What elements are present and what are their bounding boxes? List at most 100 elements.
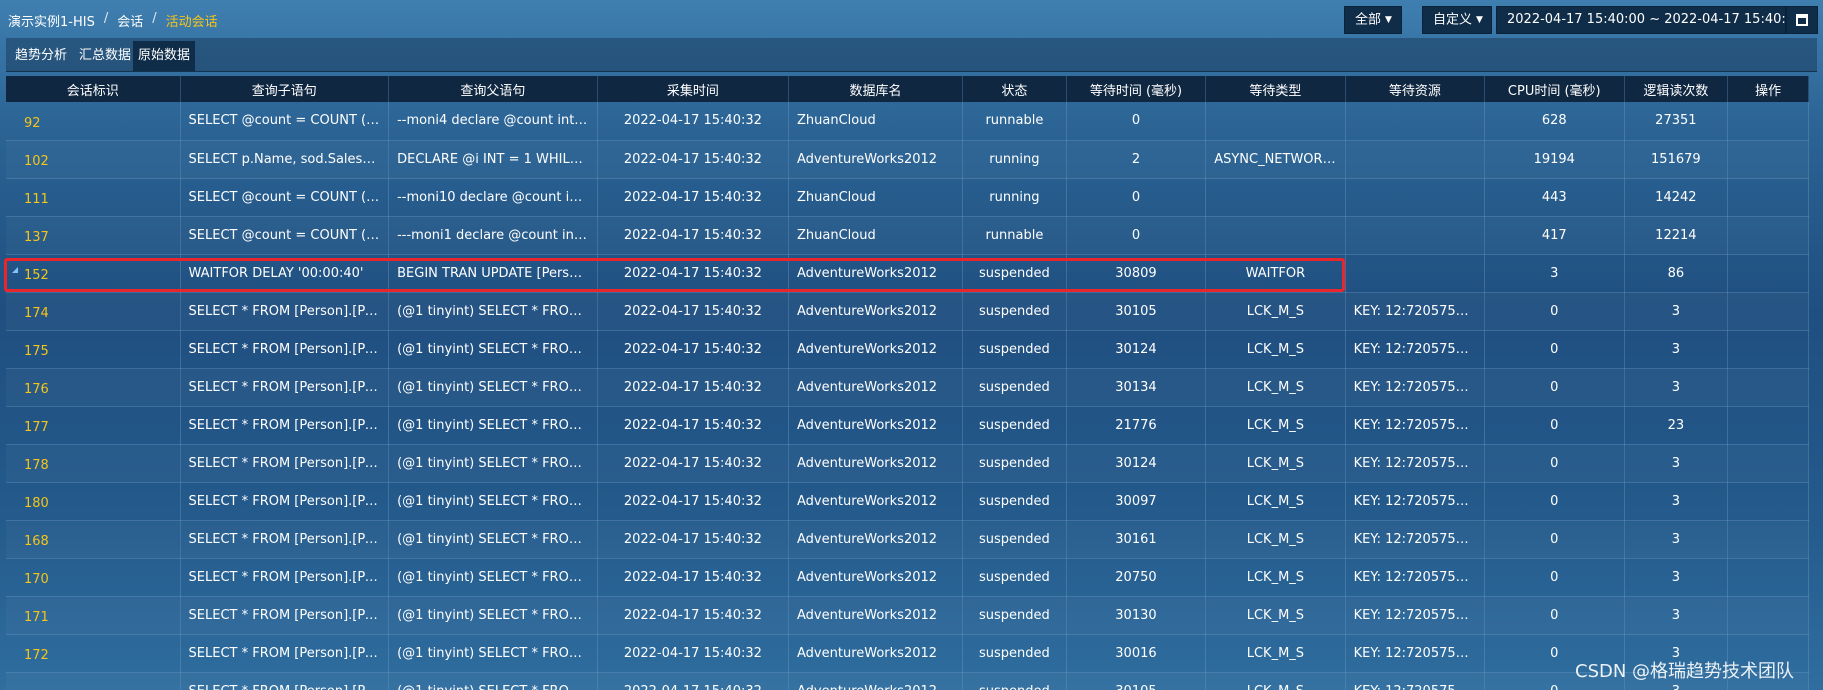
wait-resource-cell: KEY: 12:72057594... <box>1345 634 1486 673</box>
database-cell: ZhuanCloud <box>788 102 964 141</box>
collect-time-cell: 2022-04-17 15:40:32 <box>597 406 790 445</box>
time-range-input[interactable]: 2022-04-17 15:40:00 ~ 2022-04-17 15:40:5… <box>1496 6 1802 34</box>
cpu-time-cell: 0 <box>1484 330 1625 369</box>
tab-summary-data[interactable]: 汇总数据 <box>74 41 136 71</box>
column-header-session-id[interactable]: 会话标识 <box>6 76 181 102</box>
wait-time-cell: 30097 <box>1066 482 1207 521</box>
wait-type-cell: LCK_M_S <box>1205 482 1346 521</box>
session-id-cell: 137 <box>6 216 181 255</box>
session-id-cell: 111 <box>6 178 181 217</box>
mode-dropdown-label: 自定义 <box>1433 12 1473 28</box>
column-header-wait-time[interactable]: 等待时间 (毫秒) <box>1066 76 1207 102</box>
status-cell: suspended <box>962 482 1067 521</box>
tab-bar: 趋势分析 汇总数据 原始数据 <box>6 38 1817 72</box>
logical-reads-cell: 12214 <box>1624 216 1729 255</box>
selected-row-marker-icon <box>12 266 18 273</box>
logical-reads-cell: 27351 <box>1624 102 1729 141</box>
table-row[interactable]: 177 SELECT * FROM [Person].[Pers... (@1 ti… <box>6 406 1809 445</box>
logical-reads-cell: 3 <box>1624 482 1729 521</box>
parent-statement-cell: --moni4 declare @count int d... <box>388 102 598 141</box>
table-row[interactable]: 102 SELECT p.Name, sod.SalesOrd... DECLARE… <box>6 140 1809 179</box>
collect-time-cell: 2022-04-17 15:40:32 <box>597 596 790 635</box>
session-id-cell: 92 <box>6 102 181 141</box>
wait-resource-cell <box>1345 140 1486 179</box>
actions-cell <box>1727 102 1809 141</box>
wait-time-cell: 30809 <box>1066 254 1207 293</box>
table-row[interactable]: 172 SELECT * FROM [Person].[Pers... (@1 ti… <box>6 634 1809 673</box>
cpu-time-cell: 0 <box>1484 406 1625 445</box>
wait-resource-cell: KEY: 12:72057594... <box>1345 596 1486 635</box>
actions-cell <box>1727 368 1809 407</box>
collect-time-cell: 2022-04-17 15:40:32 <box>597 178 790 217</box>
wait-type-cell: LCK_M_S <box>1205 672 1346 690</box>
table-row[interactable]: 176 SELECT * FROM [Person].[Pers... (@1 ti… <box>6 368 1809 407</box>
table-row[interactable]: 171 SELECT * FROM [Person].[Pers... (@1 ti… <box>6 596 1809 635</box>
actions-cell <box>1727 330 1809 369</box>
column-header-child-statement[interactable]: 查询子语句 <box>180 76 390 102</box>
logical-reads-cell: 3 <box>1624 292 1729 331</box>
scope-dropdown[interactable]: 全部 ▼ <box>1344 6 1402 34</box>
child-statement-cell: SELECT * FROM [Person].[Pers... <box>180 292 390 331</box>
caret-down-icon: ▼ <box>1385 15 1392 25</box>
breadcrumb-instance[interactable]: 演示实例1-HIS <box>8 11 95 30</box>
column-header-cpu-time[interactable]: CPU时间 (毫秒) <box>1484 76 1625 102</box>
table-row[interactable]: 180 SELECT * FROM [Person].[Pers... (@1 ti… <box>6 482 1809 521</box>
column-header-parent-statement[interactable]: 查询父语句 <box>388 76 598 102</box>
child-statement-cell: SELECT * FROM [Person].[Pers... <box>180 482 390 521</box>
wait-type-cell: LCK_M_S <box>1205 292 1346 331</box>
wait-resource-cell <box>1345 178 1486 217</box>
child-statement-cell: SELECT * FROM [Person].[Pers... <box>180 330 390 369</box>
collect-time-cell: 2022-04-17 15:40:32 <box>597 672 790 690</box>
collect-time-cell: 2022-04-17 15:40:32 <box>597 482 790 521</box>
cpu-time-cell: 3 <box>1484 254 1625 293</box>
table-row[interactable]: 152 WAITFOR DELAY '00:00:40' BEGIN TRAN UP… <box>6 254 1809 293</box>
actions-cell <box>1727 292 1809 331</box>
status-cell: running <box>962 140 1067 179</box>
table-row[interactable]: 137 SELECT @count = COUNT (1) ... ---moni1… <box>6 216 1809 255</box>
parent-statement-cell: (@1 tinyint) SELECT * FROM [... <box>388 672 598 690</box>
column-header-wait-resource[interactable]: 等待资源 <box>1345 76 1486 102</box>
collect-time-cell: 2022-04-17 15:40:32 <box>597 634 790 673</box>
table-row[interactable]: 174 SELECT * FROM [Person].[Pers... (@1 ti… <box>6 292 1809 331</box>
mode-dropdown[interactable]: 自定义 ▼ <box>1422 6 1492 34</box>
parent-statement-cell: (@1 tinyint) SELECT * FROM [... <box>388 558 598 597</box>
table-row[interactable]: 175 SELECT * FROM [Person].[Pers... (@1 ti… <box>6 330 1809 369</box>
wait-type-cell: LCK_M_S <box>1205 558 1346 597</box>
child-statement-cell: SELECT @count = COUNT (1) ... <box>180 178 390 217</box>
wait-type-cell: LCK_M_S <box>1205 368 1346 407</box>
table-row[interactable]: 111 SELECT @count = COUNT (1) ... --moni10… <box>6 178 1809 217</box>
actions-cell <box>1727 254 1809 293</box>
tab-trend-analysis[interactable]: 趋势分析 <box>10 41 72 71</box>
column-header-wait-type[interactable]: 等待类型 <box>1205 76 1346 102</box>
database-cell: AdventureWorks2012 <box>788 444 964 483</box>
status-cell: suspended <box>962 596 1067 635</box>
table-row[interactable]: 178 SELECT * FROM [Person].[Pers... (@1 ti… <box>6 444 1809 483</box>
database-cell: AdventureWorks2012 <box>788 520 964 559</box>
wait-type-cell <box>1205 178 1346 217</box>
table-row[interactable]: 168 SELECT * FROM [Person].[Pers... (@1 ti… <box>6 520 1809 559</box>
top-bar: 演示实例1-HIS / 会话 / 活动会话 全部 ▼ 自定义 ▼ 2022-04-1… <box>0 0 1823 38</box>
session-id-cell: 176 <box>6 368 181 407</box>
wait-time-cell: 30105 <box>1066 292 1207 331</box>
database-cell: AdventureWorks2012 <box>788 558 964 597</box>
table-row[interactable]: 170 SELECT * FROM [Person].[Pers... (@1 ti… <box>6 558 1809 597</box>
status-cell: runnable <box>962 102 1067 141</box>
session-id-cell: 175 <box>6 330 181 369</box>
tab-raw-data[interactable]: 原始数据 <box>133 41 195 71</box>
column-header-collect-time[interactable]: 采集时间 <box>597 76 790 102</box>
collect-time-cell: 2022-04-17 15:40:32 <box>597 330 790 369</box>
database-cell: AdventureWorks2012 <box>788 140 964 179</box>
table-row[interactable]: 92 SELECT @count = COUNT (1) ... --moni4 d… <box>6 102 1809 141</box>
database-cell: ZhuanCloud <box>788 216 964 255</box>
column-header-logical-reads[interactable]: 逻辑读次数 <box>1624 76 1729 102</box>
database-cell: AdventureWorks2012 <box>788 292 964 331</box>
column-header-status[interactable]: 状态 <box>962 76 1067 102</box>
column-header-database[interactable]: 数据库名 <box>788 76 964 102</box>
database-cell: AdventureWorks2012 <box>788 254 964 293</box>
table-row[interactable]: SELECT * FROM [Person].[Pers...(@1 tinyi… <box>6 672 1809 690</box>
wait-resource-cell <box>1345 102 1486 141</box>
calendar-button[interactable] <box>1786 6 1818 34</box>
breadcrumb-session[interactable]: 会话 <box>117 11 143 30</box>
wait-resource-cell: KEY: 12:72057594... <box>1345 406 1486 445</box>
database-cell: AdventureWorks2012 <box>788 406 964 445</box>
